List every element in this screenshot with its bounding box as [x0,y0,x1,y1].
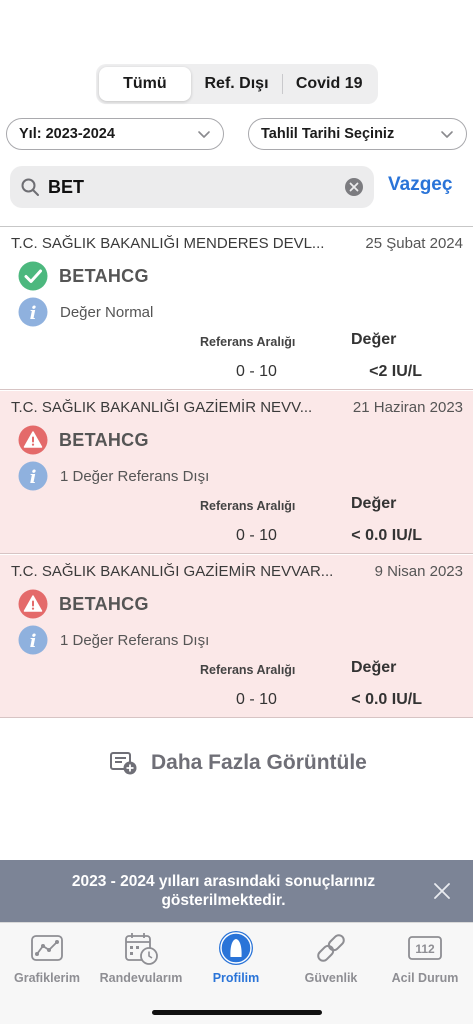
result-test: BETAHCG [18,425,149,455]
reference-range-value: 0 - 10 [236,691,277,708]
link-icon [317,934,345,962]
result-date: 21 Haziran 2023 [352,399,463,416]
result-date: 9 Nisan 2023 [374,563,463,580]
reference-range-label: Referans Aralığı [200,335,296,349]
chart-icon [31,935,63,961]
chevron-down-icon [441,131,453,138]
tab-security[interactable]: Güvenlik [286,929,376,985]
result-date: 25 Şubat 2024 [365,235,463,252]
banner-text: 2023 - 2024 yılları arasındaki sonuçları… [71,873,376,909]
warning-icon [18,425,48,455]
list-add-icon [110,752,137,775]
check-circle-icon [18,261,48,291]
result-value: <2 IU/L [369,363,422,380]
home-indicator [152,1010,322,1015]
value-label: Değer [351,331,397,348]
tab-label: Acil Durum [391,971,459,985]
close-icon[interactable] [433,882,451,900]
search-input[interactable] [48,176,344,198]
segment-out-of-range[interactable]: Ref. Dışı [191,67,283,101]
result-info-text: Değer Normal [60,303,154,321]
svg-text:112: 112 [415,942,435,956]
filter-segmented-control: Tümü Ref. Dışı Covid 19 [96,64,378,104]
reference-range-label: Referans Aralığı [200,663,296,677]
test-date-dropdown[interactable]: Tahlil Tarihi Seçiniz [248,118,467,150]
svg-text:i: i [30,303,37,324]
result-test: BETAHCG [18,589,149,619]
result-card[interactable]: T.C. SAĞLIK BAKANLIĞI GAZİEMİR NEVVAR...… [0,555,473,718]
result-header: T.C. SAĞLIK BAKANLIĞI GAZİEMİR NEVV... 2… [11,399,463,416]
search-icon [21,178,39,196]
info-icon: i [18,461,48,491]
result-test-name: BETAHCG [59,593,149,614]
segment-all[interactable]: Tümü [99,67,191,101]
tab-charts[interactable]: Grafiklerim [2,929,92,985]
result-value: < 0.0 IU/L [351,691,422,708]
reference-range-value: 0 - 10 [236,363,277,380]
tab-appointments[interactable]: Randevularım [96,929,186,985]
result-info: i Değer Normal [18,297,153,327]
tab-profile[interactable]: Profilim [191,929,281,985]
show-more-button[interactable]: Daha Fazla Görüntüle [110,750,367,776]
result-value: < 0.0 IU/L [351,527,422,544]
result-card[interactable]: T.C. SAĞLIK BAKANLIĞI GAZİEMİR NEVV... 2… [0,391,473,554]
result-test-name: BETAHCG [59,429,149,450]
result-test-name: BETAHCG [59,265,149,286]
reference-range-value: 0 - 10 [236,527,277,544]
result-test: BETAHCG [18,261,149,291]
profile-icon [219,931,253,965]
calendar-clock-icon [125,933,158,965]
segment-covid-19[interactable]: Covid 19 [283,67,375,101]
info-icon: i [18,625,48,655]
result-info-text: 1 Değer Referans Dışı [60,631,210,649]
reference-range-label: Referans Aralığı [200,499,296,513]
result-info: i 1 Değer Referans Dışı [18,625,209,655]
year-dropdown[interactable]: Yıl: 2023-2024 [6,118,224,150]
warning-icon [18,589,48,619]
result-card[interactable]: T.C. SAĞLIK BAKANLIĞI MENDERES DEVL... 2… [0,227,473,390]
tab-label: Profilim [212,971,260,985]
tab-label: Güvenlik [304,971,358,985]
tab-bar: Grafiklerim Randevularım Profilim Güvenl… [0,922,473,1024]
result-info-text: 1 Değer Referans Dışı [60,467,210,485]
value-label: Değer [351,659,397,676]
svg-text:i: i [30,631,37,652]
search-bar [10,166,374,208]
clear-search-icon[interactable] [344,177,364,197]
tab-emergency[interactable]: 112 Acil Durum [380,929,470,985]
emergency-112-icon: 112 [408,936,442,960]
info-banner: 2023 - 2024 yılları arasındaki sonuçları… [0,860,473,922]
svg-text:i: i [30,467,37,488]
result-institution: T.C. SAĞLIK BAKANLIĞI GAZİEMİR NEVV... [11,399,313,416]
chevron-down-icon [198,131,210,138]
show-more-label: Daha Fazla Görüntüle [151,751,367,774]
result-institution: T.C. SAĞLIK BAKANLIĞI MENDERES DEVL... [11,235,325,252]
test-date-dropdown-label: Tahlil Tarihi Seçiniz [261,126,395,142]
info-icon: i [18,297,48,327]
result-header: T.C. SAĞLIK BAKANLIĞI GAZİEMİR NEVVAR...… [11,563,463,580]
tab-label: Randevularım [99,971,183,985]
value-label: Değer [351,495,397,512]
result-info: i 1 Değer Referans Dışı [18,461,209,491]
tab-label: Grafiklerim [13,971,80,985]
year-dropdown-label: Yıl: 2023-2024 [19,126,115,142]
result-institution: T.C. SAĞLIK BAKANLIĞI GAZİEMİR NEVVAR... [11,563,334,580]
result-header: T.C. SAĞLIK BAKANLIĞI MENDERES DEVL... 2… [11,235,463,252]
cancel-search-button[interactable]: Vazgeç [388,174,452,196]
